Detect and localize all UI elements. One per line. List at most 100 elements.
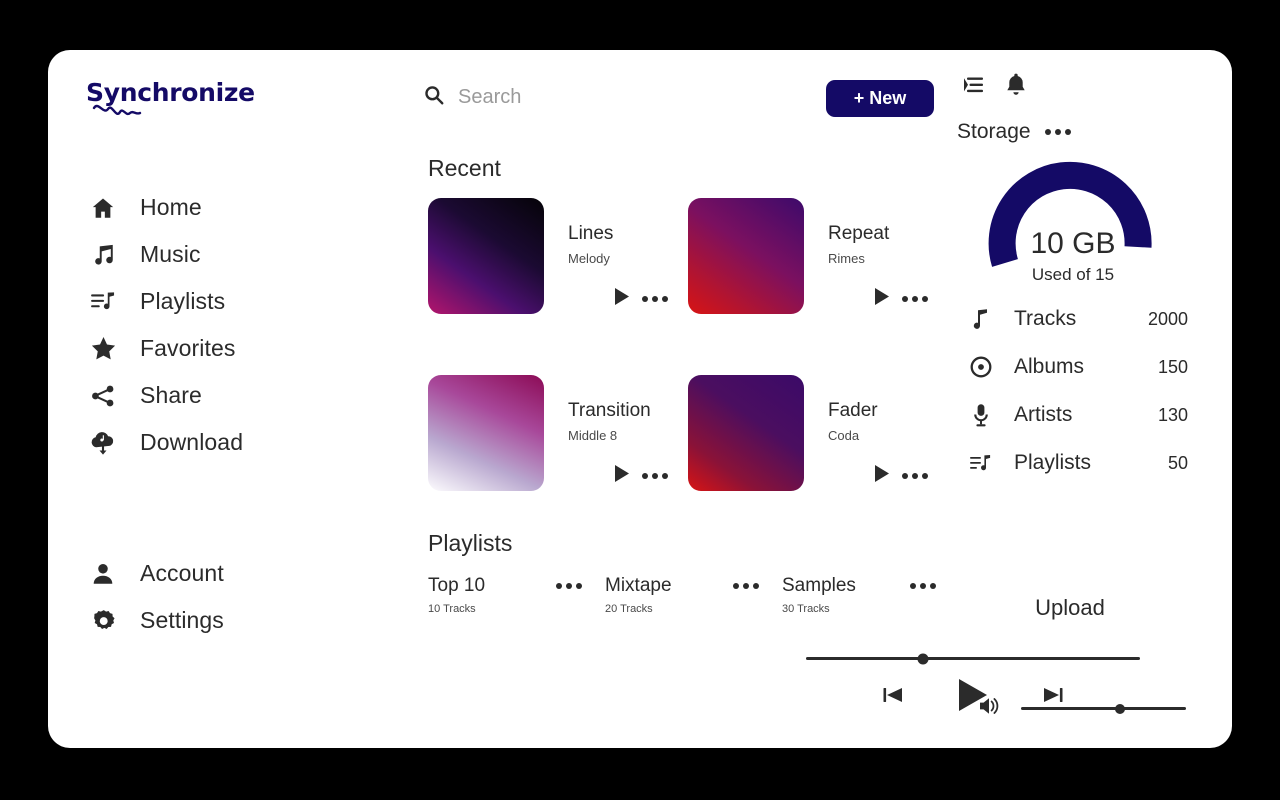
playlists-row: Top 10 10 Tracks Mixtape 20 Tracks Sampl…: [428, 575, 959, 615]
bell-icon[interactable]: [1004, 72, 1028, 102]
playlist-name: Mixtape: [605, 575, 672, 596]
play-icon[interactable]: [874, 464, 891, 488]
playlist-track-count: 30 Tracks: [782, 603, 830, 615]
upload-button[interactable]: Upload: [908, 595, 1232, 621]
track-meta: Transition Middle 8: [568, 400, 651, 443]
playlist-text: Top 10 10 Tracks: [428, 575, 556, 615]
track-artwork[interactable]: [688, 198, 804, 314]
track-card: Lines Melody: [428, 195, 688, 372]
track-artwork[interactable]: [428, 375, 544, 491]
playlist-track-count: 10 Tracks: [428, 603, 476, 615]
sidebar-item-download[interactable]: Download: [88, 419, 243, 466]
playlists-section-title: Playlists: [428, 530, 513, 556]
sidebar-item-playlists[interactable]: Playlists: [88, 278, 243, 325]
sidebar-nav-main: Home Music Playlists Favorites Share Dow…: [88, 184, 243, 466]
stat-label: Albums: [1014, 355, 1085, 378]
skip-previous-icon[interactable]: [880, 682, 906, 713]
stat-row-tracks[interactable]: Tracks 2000: [968, 295, 1188, 343]
stat-value: 2000: [1147, 308, 1188, 329]
track-subtitle: Middle 8: [568, 428, 618, 443]
playlist-text: Mixtape 20 Tracks: [605, 575, 733, 615]
play-icon[interactable]: [614, 464, 631, 488]
playlist-item[interactable]: Top 10 10 Tracks: [428, 575, 605, 615]
right-panel: Storage 10 GB Used of 15 Tracks 2000 Alb…: [908, 50, 1232, 748]
playlist-more-menu[interactable]: [733, 583, 759, 589]
volume-slider[interactable]: [1021, 703, 1186, 714]
sidebar-item-music[interactable]: Music: [88, 231, 243, 278]
speaker-icon[interactable]: [978, 695, 1003, 722]
sidebar-item-label: Favorites: [140, 335, 236, 361]
app-window: Synchronize Home Music Playlists Favorit…: [48, 50, 1232, 748]
share-icon: [88, 381, 118, 411]
play-icon[interactable]: [614, 287, 631, 311]
volume-control: [978, 695, 1186, 722]
track-meta: Repeat Rimes: [828, 223, 889, 266]
library-stats: Tracks 2000 Albums 150 Artists 130 Playl…: [968, 295, 1188, 487]
track-artwork[interactable]: [688, 375, 804, 491]
top-icon-bar: [962, 72, 1028, 102]
logo-squiggle-icon: [92, 104, 142, 116]
storage-used-value: 10 GB: [1030, 227, 1116, 260]
sidebar-item-label: Settings: [140, 607, 224, 633]
sidebar-item-label: Home: [140, 194, 202, 220]
sidebar-item-label: Download: [140, 429, 244, 455]
user-icon: [88, 559, 118, 589]
storage-more-menu[interactable]: [1044, 129, 1071, 135]
sidebar-item-settings[interactable]: Settings: [88, 597, 224, 644]
playlist-item[interactable]: Mixtape 20 Tracks: [605, 575, 782, 615]
track-more-menu[interactable]: [642, 296, 668, 302]
list-collapse-icon[interactable]: [962, 73, 988, 102]
storage-gauge: 10 GB Used of 15: [988, 155, 1158, 284]
stat-value: 130: [1157, 404, 1188, 425]
sidebar-item-home[interactable]: Home: [88, 184, 243, 231]
track-actions: [614, 287, 668, 311]
playlist-text: Samples 30 Tracks: [782, 575, 910, 615]
stat-label: Tracks: [1014, 307, 1077, 330]
sidebar-item-label: Share: [140, 382, 202, 408]
search-box[interactable]: [423, 84, 688, 111]
sidebar-item-label: Account: [140, 560, 224, 586]
stat-row-artists[interactable]: Artists 130: [968, 391, 1188, 439]
music-note-icon: [968, 307, 994, 331]
track-name: Repeat: [828, 223, 890, 244]
search-icon: [423, 84, 445, 111]
track-artwork[interactable]: [428, 198, 544, 314]
play-icon[interactable]: [874, 287, 891, 311]
track-more-menu[interactable]: [642, 473, 668, 479]
recent-track-grid: Lines Melody Repeat Rimes Transition Mid…: [428, 195, 928, 549]
main-content: + New Recent Lines Melody Re: [378, 50, 1140, 748]
playlist-name: Top 10: [428, 575, 486, 596]
stat-value: 150: [1157, 356, 1188, 377]
stat-value: 50: [1167, 452, 1188, 473]
search-input[interactable]: [458, 86, 688, 109]
home-icon: [88, 193, 118, 223]
playlist-icon: [968, 451, 994, 475]
sidebar-item-favorites[interactable]: Favorites: [88, 325, 243, 372]
sidebar-nav-bottom: Account Settings: [88, 550, 224, 644]
track-actions: [614, 464, 668, 488]
track-meta: Lines Melody: [568, 223, 613, 266]
sidebar-item-account[interactable]: Account: [88, 550, 224, 597]
stat-label: Artists: [1014, 403, 1073, 426]
sidebar: Synchronize Home Music Playlists Favorit…: [48, 50, 378, 748]
stat-label: Playlists: [1014, 451, 1092, 474]
sidebar-item-label: Playlists: [140, 288, 226, 314]
album-disc-icon: [968, 355, 994, 379]
star-icon: [88, 334, 118, 364]
storage-title: Storage: [957, 120, 1031, 143]
stat-row-albums[interactable]: Albums 150: [968, 343, 1188, 391]
track-name: Transition: [568, 400, 651, 421]
track-meta: Fader Coda: [828, 400, 878, 443]
track-card: Transition Middle 8: [428, 372, 688, 549]
cloud-download-icon: [88, 428, 118, 458]
volume-thumb[interactable]: [1115, 703, 1125, 714]
app-logo[interactable]: Synchronize: [86, 78, 286, 134]
playlist-track-count: 20 Tracks: [605, 603, 653, 615]
playlist-more-menu[interactable]: [556, 583, 582, 589]
sidebar-item-share[interactable]: Share: [88, 372, 243, 419]
track-name: Fader: [828, 400, 878, 421]
storage-used-subtitle: Used of 15: [1031, 265, 1115, 284]
track-subtitle: Coda: [828, 428, 860, 443]
stat-row-playlists[interactable]: Playlists 50: [968, 439, 1188, 487]
recent-section-title: Recent: [428, 155, 501, 181]
